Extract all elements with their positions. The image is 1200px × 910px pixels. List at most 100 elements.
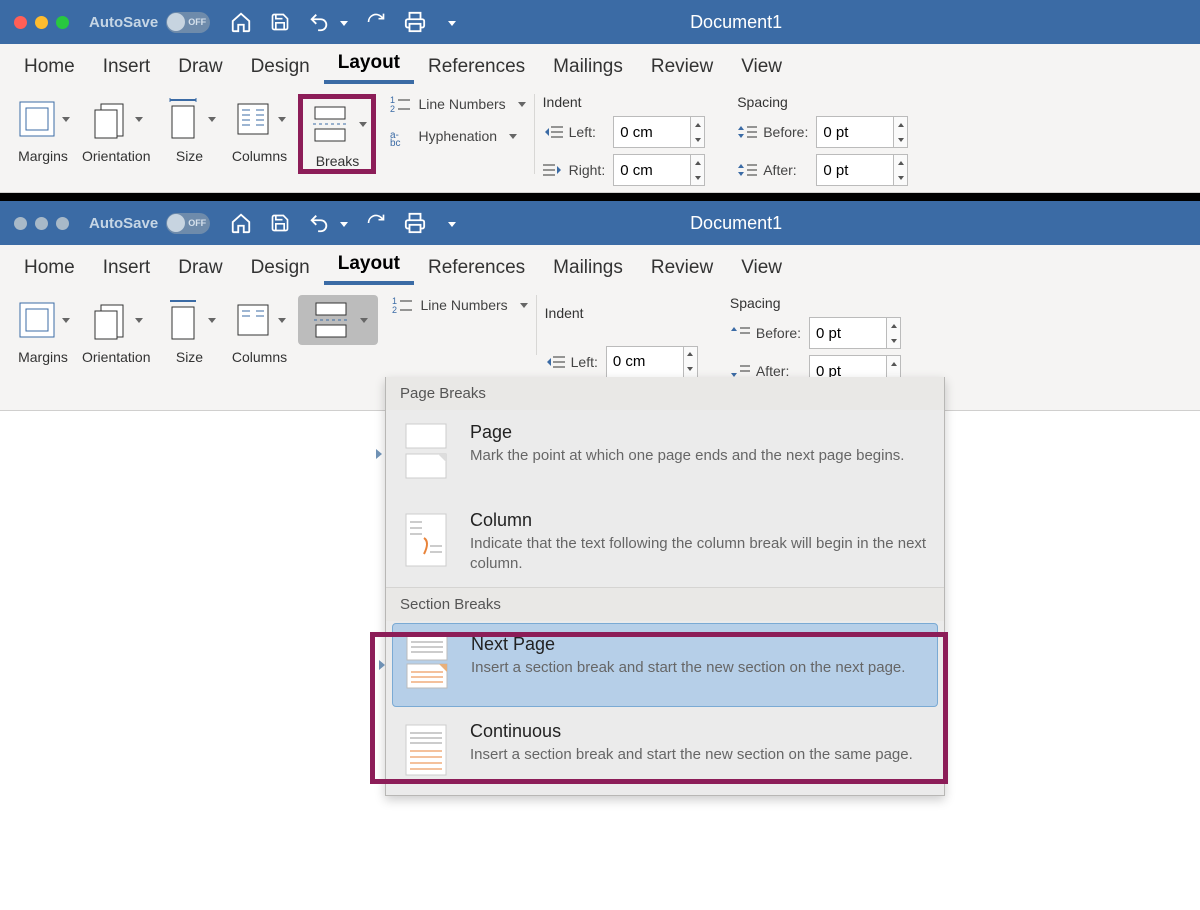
spacing-before-spinner[interactable] [894, 116, 908, 148]
customize-qat-icon-2[interactable] [444, 214, 456, 232]
margins-button-2[interactable] [12, 295, 74, 345]
orientation-button-2[interactable] [85, 295, 147, 345]
quick-access-toolbar-2 [230, 212, 456, 234]
orientation-button[interactable] [85, 94, 147, 144]
tab-review[interactable]: Review [637, 50, 727, 84]
autosave-switch[interactable]: OFF [166, 12, 210, 33]
indent-left-spinner-2[interactable] [684, 346, 698, 378]
window-controls-2 [14, 217, 69, 230]
breaks-label: Breaks [316, 153, 360, 169]
tab-draw-2[interactable]: Draw [164, 251, 236, 285]
breaks-highlight-box: Breaks [298, 94, 376, 174]
quick-access-toolbar [230, 11, 456, 33]
tab-view-2[interactable]: View [727, 251, 796, 285]
line-numbers-label-2: Line Numbers [420, 297, 507, 313]
customize-qat-icon[interactable] [444, 13, 456, 31]
ribbon-tabs-2: Home Insert Draw Design Layout Reference… [0, 245, 1200, 285]
indent-left-spinner[interactable] [691, 116, 705, 148]
margins-button[interactable] [12, 94, 74, 144]
undo-dropdown-icon[interactable] [336, 13, 348, 31]
hyphenation-label: Hyphenation [418, 128, 497, 144]
titlebar: AutoSave OFF Document1 [0, 0, 1200, 44]
spacing-after-icon [737, 162, 757, 178]
home-icon[interactable] [230, 11, 252, 33]
annotation-highlight-box [370, 632, 948, 784]
svg-text:bc: bc [390, 138, 401, 146]
indent-left-label: Left: [569, 124, 596, 140]
tab-view[interactable]: View [727, 50, 796, 84]
spacing-group: Spacing Before: After: [737, 94, 916, 186]
spacing-before-spinner-2[interactable] [887, 317, 901, 349]
indent-left-label-2: Left: [571, 354, 598, 370]
zoom-window-button[interactable] [56, 16, 69, 29]
tab-mailings[interactable]: Mailings [539, 50, 637, 84]
tab-insert[interactable]: Insert [89, 50, 165, 84]
print-icon[interactable] [404, 11, 426, 33]
autosave-toggle-2[interactable]: AutoSave OFF [89, 213, 210, 234]
home-icon-2[interactable] [230, 212, 252, 234]
columns-button[interactable] [228, 94, 290, 144]
indent-right-spinner[interactable] [691, 154, 705, 186]
tab-layout[interactable]: Layout [324, 46, 414, 84]
spacing-header: Spacing [737, 94, 916, 110]
columns-button-2[interactable] [228, 295, 290, 345]
ribbon-tabs: Home Insert Draw Design Layout Reference… [0, 44, 1200, 84]
line-numbers-button-2[interactable]: 12 Line Numbers [392, 295, 527, 315]
spacing-header-2: Spacing [730, 295, 909, 311]
columns-label: Columns [232, 148, 287, 164]
spacing-after-spinner[interactable] [894, 154, 908, 186]
spacing-after-input[interactable] [816, 154, 894, 186]
zoom-window-button-2[interactable] [56, 217, 69, 230]
spacing-before-icon [737, 124, 757, 140]
tab-design-2[interactable]: Design [237, 251, 324, 285]
autosave-switch-2[interactable]: OFF [166, 213, 210, 234]
breaks-button[interactable] [303, 99, 371, 149]
tab-references-2[interactable]: References [414, 251, 539, 285]
tab-mailings-2[interactable]: Mailings [539, 251, 637, 285]
svg-text:2: 2 [392, 305, 397, 315]
spacing-before-input[interactable] [816, 116, 894, 148]
undo-icon-2[interactable] [308, 212, 330, 234]
close-window-button[interactable] [14, 16, 27, 29]
ribbon-layout: Margins Orientation Size Columns Breaks [0, 84, 1200, 193]
redo-icon[interactable] [366, 12, 386, 32]
indent-right-label: Right: [569, 162, 606, 178]
tab-references[interactable]: References [414, 50, 539, 84]
undo-dropdown-icon-2[interactable] [336, 214, 348, 232]
selection-indicator-icon [376, 449, 382, 459]
line-numbers-label: Line Numbers [418, 96, 505, 112]
spacing-before-icon-2 [730, 325, 750, 341]
indent-left-input-2[interactable] [606, 346, 684, 378]
redo-icon-2[interactable] [366, 213, 386, 233]
save-icon[interactable] [270, 12, 290, 32]
tab-home-2[interactable]: Home [10, 251, 89, 285]
tab-design[interactable]: Design [237, 50, 324, 84]
save-icon-2[interactable] [270, 213, 290, 233]
tab-insert-2[interactable]: Insert [89, 251, 165, 285]
tab-layout-2[interactable]: Layout [324, 247, 414, 285]
column-break-title: Column [470, 510, 930, 531]
size-button[interactable] [158, 94, 220, 144]
print-icon-2[interactable] [404, 212, 426, 234]
hyphenation-button[interactable]: a-bc Hyphenation [390, 126, 525, 146]
tab-draw[interactable]: Draw [164, 50, 236, 84]
indent-left-input[interactable] [613, 116, 691, 148]
menu-item-page-break[interactable]: Page Mark the point at which one page en… [386, 410, 944, 498]
tab-review-2[interactable]: Review [637, 251, 727, 285]
spacing-before-input-2[interactable] [809, 317, 887, 349]
breaks-button-2[interactable] [298, 295, 378, 345]
margins-label: Margins [18, 148, 68, 164]
close-window-button-2[interactable] [14, 217, 27, 230]
minimize-window-button[interactable] [35, 16, 48, 29]
size-button-2[interactable] [158, 295, 220, 345]
window-controls [14, 16, 69, 29]
line-numbers-button[interactable]: 12 Line Numbers [390, 94, 525, 114]
menu-item-column-break[interactable]: Column Indicate that the text following … [386, 498, 944, 587]
autosave-toggle[interactable]: AutoSave OFF [89, 12, 210, 33]
undo-icon[interactable] [308, 11, 330, 33]
ribbon-separator [534, 94, 535, 174]
tab-home[interactable]: Home [10, 50, 89, 84]
page-break-title: Page [470, 422, 904, 443]
minimize-window-button-2[interactable] [35, 217, 48, 230]
indent-right-input[interactable] [613, 154, 691, 186]
